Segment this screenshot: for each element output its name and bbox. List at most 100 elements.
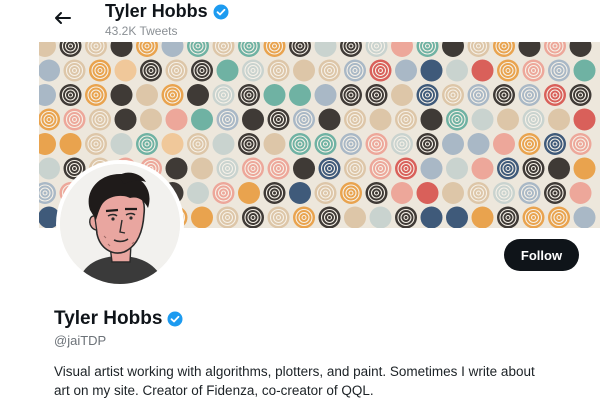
follow-button[interactable]: Follow xyxy=(504,239,579,271)
banner-ring xyxy=(242,59,264,82)
banner-ring xyxy=(289,84,311,106)
banner-ring xyxy=(191,108,213,131)
banner-ring xyxy=(318,206,341,228)
banner-ring xyxy=(140,59,162,82)
banner-ring xyxy=(267,157,290,180)
banner-ring xyxy=(544,133,566,155)
top-bar: Tyler Hobbs 43.2K Tweets xyxy=(0,0,600,42)
banner-ring xyxy=(471,108,494,131)
profile-handle: @jaiTDP xyxy=(54,333,107,348)
banner-ring xyxy=(136,42,158,57)
banner-ring xyxy=(263,182,286,204)
banner-ring xyxy=(85,133,107,155)
banner-ring xyxy=(314,84,337,106)
banner-ring xyxy=(89,59,111,82)
banner-ring xyxy=(420,108,443,131)
banner-ring xyxy=(85,42,107,57)
banner-ring xyxy=(216,59,239,82)
banner-ring xyxy=(544,182,566,204)
banner-ring xyxy=(267,59,290,82)
banner-ring xyxy=(39,59,60,82)
banner-ring xyxy=(369,206,392,228)
banner-ring xyxy=(548,59,570,82)
banner-ring xyxy=(497,59,519,82)
banner-ring xyxy=(365,42,388,57)
banner-ring xyxy=(314,133,337,155)
banner-ring xyxy=(497,108,519,131)
banner-ring xyxy=(442,84,464,106)
banner-ring xyxy=(293,206,315,228)
banner-ring xyxy=(114,59,137,82)
banner-ring xyxy=(395,59,417,82)
avatar[interactable] xyxy=(60,164,180,284)
banner-ring xyxy=(420,206,443,228)
banner-ring xyxy=(544,84,566,106)
banner-ring xyxy=(497,206,519,228)
banner-ring xyxy=(416,182,439,204)
banner-ring xyxy=(187,182,209,204)
banner-ring xyxy=(467,84,490,106)
profile-name: Tyler Hobbs xyxy=(54,308,183,330)
banner-ring xyxy=(191,59,213,82)
banner-ring xyxy=(161,84,184,106)
banner-ring xyxy=(318,108,341,131)
banner-ring xyxy=(446,157,468,180)
header-title: Tyler Hobbs xyxy=(105,1,229,22)
banner-ring xyxy=(493,133,515,155)
banner-ring xyxy=(110,133,133,155)
banner-ring xyxy=(293,59,315,82)
banner-ring xyxy=(344,108,366,131)
banner-ring xyxy=(110,84,133,106)
banner-ring xyxy=(344,206,366,228)
banner-ring xyxy=(420,59,443,82)
banner-ring xyxy=(238,42,260,57)
banner-ring xyxy=(493,42,515,57)
back-button[interactable] xyxy=(50,6,76,30)
banner-ring xyxy=(63,108,86,131)
banner-ring xyxy=(471,157,494,180)
banner-ring xyxy=(85,84,107,106)
banner-ring xyxy=(493,84,515,106)
banner-ring xyxy=(39,182,56,204)
banner-ring xyxy=(289,133,311,155)
banner-ring xyxy=(365,84,388,106)
banner-ring xyxy=(165,108,188,131)
banner-ring xyxy=(569,182,592,204)
banner-ring xyxy=(242,108,264,131)
banner-ring xyxy=(573,59,596,82)
banner-ring xyxy=(187,133,209,155)
profile-name-text: Tyler Hobbs xyxy=(54,308,163,329)
banner-ring xyxy=(446,108,468,131)
banner-ring xyxy=(340,133,362,155)
banner-ring xyxy=(391,84,413,106)
banner-ring xyxy=(136,84,158,106)
banner-ring xyxy=(548,206,570,228)
banner-ring xyxy=(191,157,213,180)
avatar-portrait-image xyxy=(60,164,180,284)
banner-ring xyxy=(518,133,541,155)
banner-ring xyxy=(369,59,392,82)
banner-ring xyxy=(497,157,519,180)
banner-ring xyxy=(242,206,264,228)
banner-ring xyxy=(318,59,341,82)
banner-ring xyxy=(267,206,290,228)
banner-ring xyxy=(289,42,311,57)
banner-ring xyxy=(522,206,545,228)
banner-ring xyxy=(136,133,158,155)
banner-ring xyxy=(212,84,235,106)
banner-ring xyxy=(446,59,468,82)
banner-ring xyxy=(161,133,184,155)
header-name: Tyler Hobbs xyxy=(105,1,208,21)
banner-ring xyxy=(187,84,209,106)
banner-ring xyxy=(191,206,213,228)
banner-ring xyxy=(369,108,392,131)
banner-ring xyxy=(395,206,417,228)
banner-ring xyxy=(391,182,413,204)
banner-ring xyxy=(238,133,260,155)
banner-ring xyxy=(416,84,439,106)
banner-ring xyxy=(416,133,439,155)
banner-ring xyxy=(39,42,56,57)
banner-ring xyxy=(569,42,592,57)
banner-ring xyxy=(467,133,490,155)
banner-ring xyxy=(187,42,209,57)
